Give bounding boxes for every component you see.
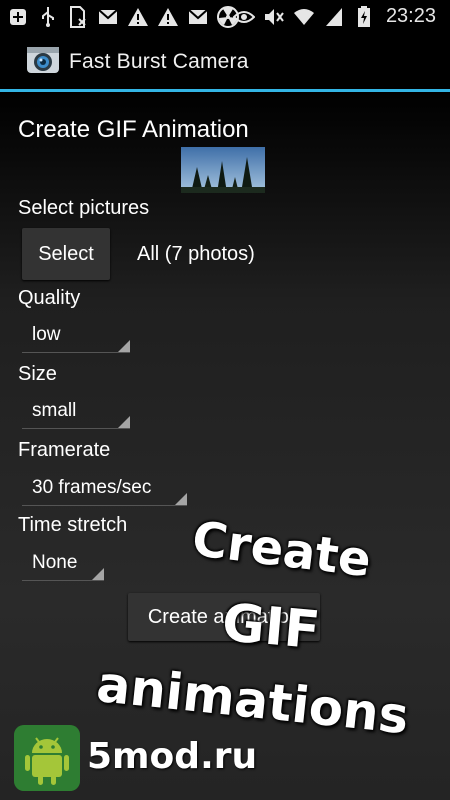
size-label: Size <box>18 363 57 385</box>
wifi-icon <box>292 6 316 28</box>
dropdown-corner-icon <box>118 416 130 428</box>
promo-line-3: animations <box>93 655 412 746</box>
quality-value: low <box>32 324 61 345</box>
status-bar: 23:23 <box>0 0 450 33</box>
watermark-text: 5mod.ru <box>87 736 258 777</box>
warning-icon <box>156 6 180 28</box>
promo-line-2: GIF <box>219 593 323 662</box>
usb-icon <box>36 6 60 28</box>
dropdown-corner-icon <box>92 568 104 580</box>
promo-line-1: Create <box>189 511 375 589</box>
status-clock: 23:23 <box>385 5 436 27</box>
select-pictures-label: Select pictures <box>18 197 150 219</box>
warning-icon <box>126 6 150 28</box>
page-title: Create GIF Animation <box>18 116 249 143</box>
photo-thumbnail[interactable] <box>181 147 265 193</box>
sim-card-icon <box>66 5 90 28</box>
signal-icon <box>322 6 346 28</box>
eye-icon <box>232 6 256 28</box>
action-bar-divider <box>0 89 450 92</box>
dropdown-corner-icon <box>118 340 130 352</box>
framerate-spinner[interactable]: 30 frames/sec <box>22 474 187 506</box>
camera-app-icon[interactable] <box>26 43 60 77</box>
gmail-icon <box>186 6 210 28</box>
action-bar: Fast Burst Camera <box>0 33 450 90</box>
time-stretch-label: Time stretch <box>18 514 128 536</box>
framerate-value: 30 frames/sec <box>32 477 152 498</box>
select-button[interactable]: Select <box>22 228 110 280</box>
framerate-label: Framerate <box>18 439 111 461</box>
app-title: Fast Burst Camera <box>69 50 249 73</box>
size-value: small <box>32 400 77 421</box>
plus-icon <box>6 6 30 28</box>
size-spinner[interactable]: small <box>22 397 130 429</box>
mute-icon <box>262 6 286 28</box>
android-logo-icon <box>14 725 80 791</box>
quality-label: Quality <box>18 287 81 309</box>
photos-count: All (7 photos) <box>137 243 255 265</box>
time-stretch-value: None <box>32 552 78 573</box>
dropdown-corner-icon <box>175 493 187 505</box>
time-stretch-spinner[interactable]: None <box>22 549 104 581</box>
quality-spinner[interactable]: low <box>22 321 130 353</box>
battery-charging-icon <box>352 5 376 28</box>
gmail-icon <box>96 6 120 28</box>
